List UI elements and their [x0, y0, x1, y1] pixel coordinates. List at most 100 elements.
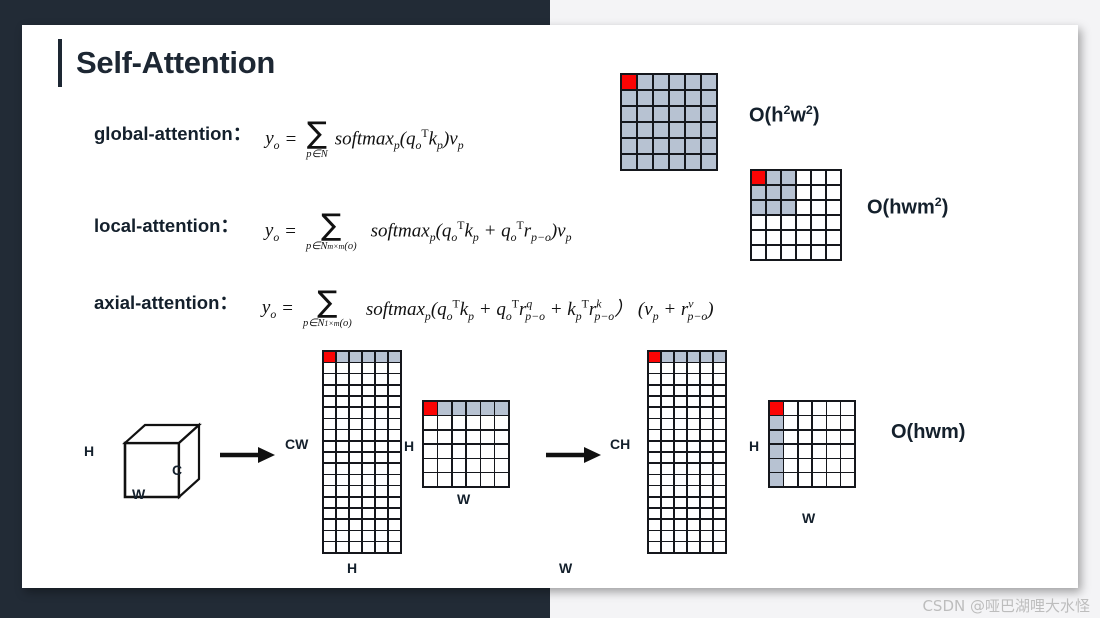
- grid-cell: [336, 363, 349, 373]
- grid-cell: [649, 452, 661, 463]
- global-attention-label: global-attention：: [94, 123, 252, 144]
- grid-cell: [481, 444, 494, 458]
- grid-cell: [767, 246, 780, 259]
- grid-cell: [687, 374, 700, 385]
- grid-cell: [841, 416, 854, 429]
- grid-cell: [687, 497, 700, 508]
- grid-cell: [841, 473, 854, 486]
- local-complexity-label: O(hwm2): [867, 195, 948, 220]
- grid-cell: [784, 459, 797, 472]
- cube-label-h: H: [84, 443, 95, 459]
- grid-cell: [713, 452, 725, 463]
- grid-cell: [349, 352, 362, 362]
- grid-cell: [700, 441, 713, 452]
- grid-cell: [686, 75, 700, 89]
- grid-cell: [752, 201, 765, 214]
- grid-cell: [713, 396, 725, 407]
- grid-cell: [466, 402, 480, 415]
- grid-cell: [767, 216, 780, 229]
- grid-cell: [324, 486, 336, 497]
- grid-cell: [661, 542, 674, 552]
- grid-cell: [687, 352, 700, 362]
- grid-cell: [362, 407, 375, 418]
- grid-cell: [713, 441, 725, 452]
- grid-cell: [495, 473, 508, 486]
- grid-cell: [686, 155, 700, 169]
- grid-cell: [770, 402, 783, 415]
- grid-cell: [700, 396, 713, 407]
- grid-cell: [324, 452, 336, 463]
- grid-cell: [438, 459, 451, 472]
- grid-cell: [767, 186, 780, 199]
- grid-cell: [700, 542, 713, 552]
- grid-cell: [670, 123, 684, 137]
- grid-cell: [324, 363, 336, 373]
- grid-cell: [700, 430, 713, 441]
- grid-cell: [336, 542, 349, 552]
- grid-cell: [686, 139, 700, 153]
- grid-cell: [752, 216, 765, 229]
- grid-cell: [336, 385, 349, 396]
- grid-cell: [375, 419, 388, 429]
- grid-cell: [713, 407, 725, 418]
- grid-cell: [782, 201, 795, 214]
- grid-cell: [481, 459, 494, 472]
- grid-cell: [324, 419, 336, 429]
- square1-bottom-label-w: W: [457, 491, 471, 507]
- grid-cell: [798, 473, 812, 486]
- grid-cell: [336, 407, 349, 418]
- grid-cell: [388, 475, 400, 485]
- grid-cell: [782, 231, 795, 244]
- grid-cell: [466, 416, 480, 429]
- grid-cell: [622, 123, 636, 137]
- grid-cell: [638, 155, 652, 169]
- grid-cell: [812, 201, 825, 214]
- grid-cell: [654, 91, 668, 105]
- grid-cell: [700, 497, 713, 508]
- grid-cell: [438, 402, 451, 415]
- grid-cell: [797, 201, 810, 214]
- grid-cell: [375, 542, 388, 552]
- grid-cell: [349, 531, 362, 541]
- grid-cell: [700, 374, 713, 385]
- grid-cell: [674, 352, 687, 362]
- grid-cell: [388, 407, 400, 418]
- grid-cell: [702, 75, 716, 89]
- grid-cell: [649, 486, 661, 497]
- grid-cell: [674, 497, 687, 508]
- grid-cell: [649, 542, 661, 552]
- grid-cell: [336, 452, 349, 463]
- grid-cell: [702, 139, 716, 153]
- grid-cell: [661, 352, 674, 362]
- grid-cell: [812, 246, 825, 259]
- grid-cell: [670, 91, 684, 105]
- grid-cell: [362, 352, 375, 362]
- grid-cell: [349, 407, 362, 418]
- grid-cell: [713, 486, 725, 497]
- grid-cell: [324, 519, 336, 530]
- grid-cell: [466, 430, 480, 444]
- grid-cell: [622, 91, 636, 105]
- grid-cell: [362, 519, 375, 530]
- grid-cell: [649, 352, 661, 362]
- grid-cell: [638, 91, 652, 105]
- grid-cell: [452, 402, 466, 415]
- grid-cell: [700, 486, 713, 497]
- grid-cell: [661, 407, 674, 418]
- grid-cell: [713, 385, 725, 396]
- grid-cell: [841, 459, 854, 472]
- grid-cell: [375, 508, 388, 519]
- grid-cell: [452, 473, 466, 486]
- cw-bottom-label-h: H: [347, 560, 358, 576]
- grid-cell: [349, 463, 362, 474]
- grid-cell: [702, 155, 716, 169]
- grid-cell: [375, 396, 388, 407]
- grid-cell: [388, 396, 400, 407]
- grid-cell: [375, 352, 388, 362]
- grid-cell: [702, 107, 716, 121]
- grid-cell: [452, 416, 466, 429]
- grid-cell: [324, 475, 336, 485]
- grid-cell: [713, 531, 725, 541]
- cube-label-c: C: [172, 462, 183, 478]
- grid-cell: [713, 352, 725, 362]
